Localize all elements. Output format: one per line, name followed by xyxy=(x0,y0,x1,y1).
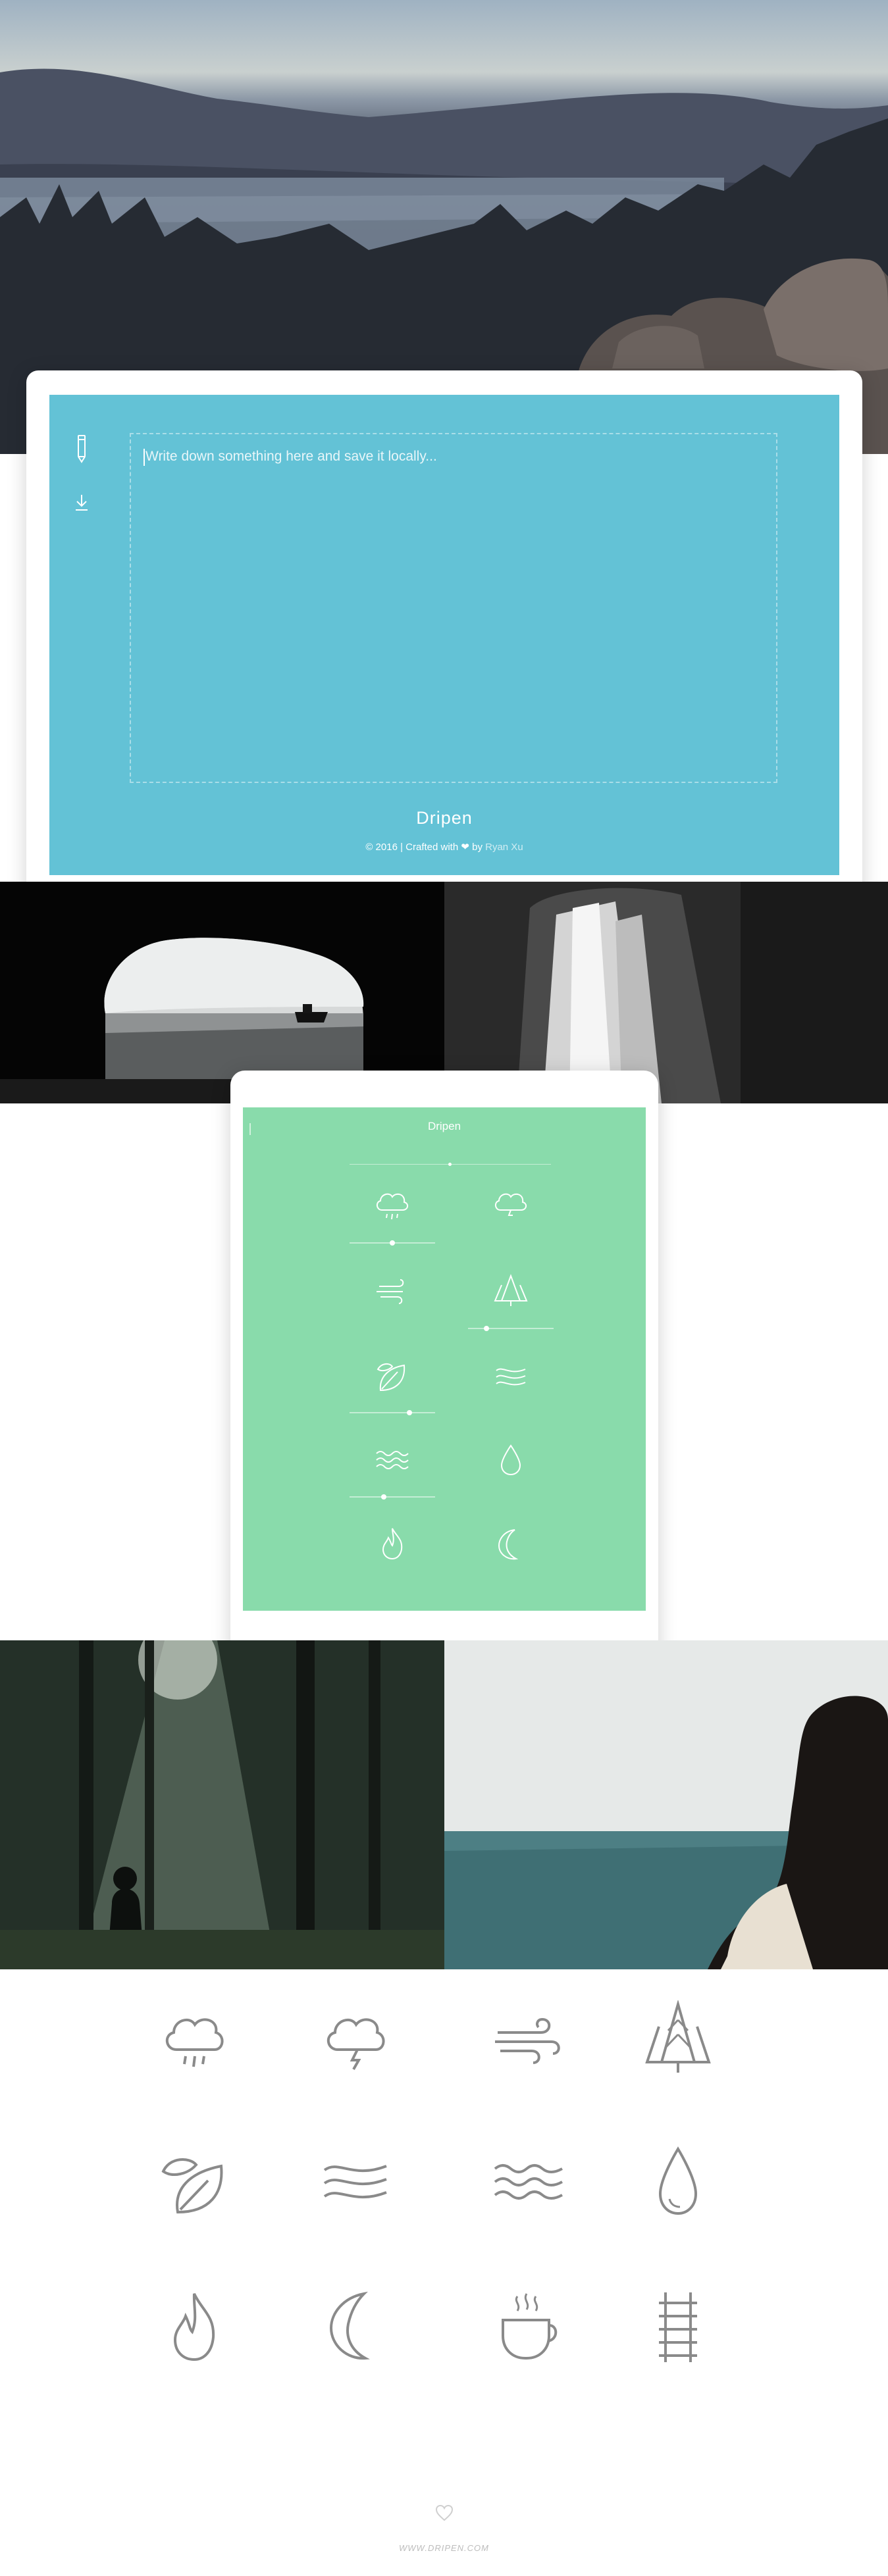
leaf-icon xyxy=(161,2158,223,2214)
credits-line: © 2016 | Crafted with ❤ by Ryan Xu xyxy=(49,841,839,853)
volume-slider[interactable] xyxy=(350,1410,435,1415)
forest-icon xyxy=(494,1274,528,1306)
sound-tile-waves[interactable] xyxy=(468,1356,554,1428)
volume-slider[interactable] xyxy=(350,1494,435,1500)
volume-slider[interactable] xyxy=(350,1240,435,1246)
download-icon[interactable] xyxy=(74,493,89,512)
tablet-app-screen: Dripen xyxy=(243,1107,646,1611)
slider-knob[interactable] xyxy=(390,1240,395,1246)
forest-photo xyxy=(0,1640,444,1969)
leaf-icon xyxy=(377,1363,405,1392)
note-placeholder: Write down something here and save it lo… xyxy=(145,449,437,464)
sound-tile-thunder[interactable] xyxy=(468,1186,554,1259)
desktop-app-screen: Write down something here and save it lo… xyxy=(49,395,839,875)
slider-knob[interactable] xyxy=(381,1494,386,1500)
moon-icon xyxy=(329,2291,370,2360)
credits-by: by xyxy=(472,842,483,853)
ocean-woman-photo xyxy=(444,1640,888,1969)
water-icon xyxy=(494,2164,563,2200)
sound-tile-fire[interactable] xyxy=(350,1525,435,1597)
drop-icon xyxy=(500,1444,521,1476)
waves-icon xyxy=(496,1368,526,1386)
sound-tile-wind[interactable] xyxy=(350,1272,435,1344)
text-caret xyxy=(144,449,145,466)
coffee-icon xyxy=(502,2293,558,2360)
water-icon xyxy=(376,1451,409,1469)
thunder-cloud-icon xyxy=(327,2018,385,2070)
note-textarea[interactable]: Write down something here and save it lo… xyxy=(130,433,777,783)
rain-cloud-icon xyxy=(377,1193,408,1220)
railroad-icon xyxy=(659,2292,697,2362)
tablet-mockup-card: Dripen xyxy=(230,1071,658,1673)
thunder-cloud-icon xyxy=(495,1193,527,1216)
sound-tile-forest[interactable] xyxy=(468,1272,554,1344)
volume-slider[interactable] xyxy=(468,1326,554,1331)
forest-icon xyxy=(645,2000,711,2073)
credits-prefix: © 2016 | Crafted with xyxy=(365,842,459,853)
wind-icon xyxy=(377,1279,404,1304)
moon-icon xyxy=(498,1529,519,1560)
slider-knob[interactable] xyxy=(407,1410,412,1415)
fire-icon xyxy=(173,2293,215,2361)
tablet-divider xyxy=(350,1163,551,1166)
footer-url[interactable]: WWW.DRIPEN.COM xyxy=(0,2543,888,2553)
author-link[interactable]: Ryan Xu xyxy=(485,842,523,853)
sound-tile-rain[interactable] xyxy=(350,1186,435,1259)
tablet-title: Dripen xyxy=(427,1120,461,1132)
slider-knob[interactable] xyxy=(484,1326,489,1331)
brand-title: Dripen xyxy=(416,808,473,828)
heart-icon xyxy=(435,2504,454,2521)
desktop-mockup-card: Write down something here and save it lo… xyxy=(26,370,862,913)
sound-tile-leaf[interactable] xyxy=(350,1356,435,1428)
wind-icon xyxy=(495,2017,560,2064)
fire-icon xyxy=(382,1528,403,1560)
rain-cloud-icon xyxy=(166,2018,224,2067)
waves-icon xyxy=(323,2165,387,2199)
pencil-icon[interactable] xyxy=(74,434,89,463)
sound-tile-water[interactable] xyxy=(350,1440,435,1513)
sound-tile-drop[interactable] xyxy=(468,1440,554,1513)
drop-icon xyxy=(658,2146,698,2215)
sound-tile-moon[interactable] xyxy=(468,1525,554,1597)
heart-icon: ❤ xyxy=(461,842,469,853)
